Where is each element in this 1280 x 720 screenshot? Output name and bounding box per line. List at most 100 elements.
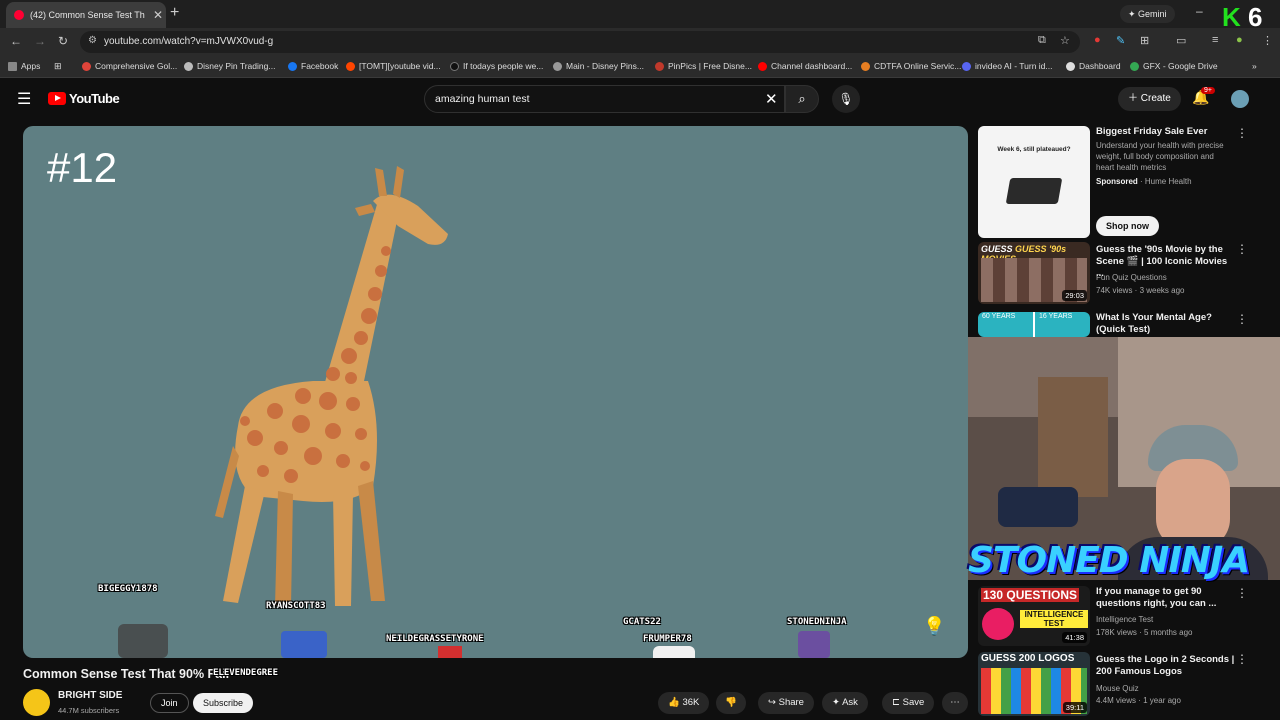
dislike-button[interactable]: 👎: [716, 692, 746, 714]
bookmark-item[interactable]: Main - Disney Pins...: [553, 61, 644, 71]
sparkle-icon: ✦: [832, 697, 840, 708]
thumbs-down-icon: 👎: [725, 697, 737, 708]
forward-icon[interactable]: →: [34, 34, 46, 48]
bookmark-item[interactable]: invideo AI - Turn id...: [962, 61, 1052, 71]
video-thumbnail[interactable]: GUESS GUESS '90s MOVIES 29:03: [978, 242, 1090, 304]
bookmark-item[interactable]: PinPics | Free Disne...: [655, 61, 752, 71]
rec-title[interactable]: Guess the Logo in 2 Seconds | 200 Famous…: [1096, 654, 1236, 678]
video-player[interactable]: #12 BIGEGGY1878 RYANSCOTT83 NEILDEGRASSE…: [23, 126, 968, 658]
extensions-puzzle-icon[interactable]: ⊞: [1140, 34, 1149, 47]
bookmark-item[interactable]: GFX - Google Drive: [1130, 61, 1218, 71]
viewer-username: RYANSCOTT83: [266, 601, 326, 611]
channel-name[interactable]: BRIGHT SIDE: [58, 690, 122, 701]
new-tab-icon[interactable]: +: [170, 4, 179, 22]
rec-title[interactable]: What Is Your Mental Age? (Quick Test): [1096, 312, 1236, 336]
subscribe-button[interactable]: Subscribe: [193, 693, 254, 713]
apps-grid-icon: [8, 61, 17, 71]
viewer-username: BIGEGGY1878: [98, 584, 158, 594]
url-text: youtube.com/watch?v=mJVWX0vud-g: [104, 36, 274, 47]
streamer-face: [1156, 459, 1230, 549]
rec-title[interactable]: Biggest Friday Sale Ever: [1096, 126, 1236, 138]
media-icon[interactable]: ≡: [1212, 34, 1218, 46]
bookmark-item[interactable]: Disney Pin Trading...: [184, 61, 275, 71]
video-title: Common Sense Test That 90% Fail: [23, 667, 230, 681]
install-app-icon[interactable]: ⧉: [1038, 34, 1046, 47]
address-bar[interactable]: ⚙ youtube.com/watch?v=mJVWX0vud-g ⧉ ☆: [80, 31, 1080, 53]
extension-icon[interactable]: ●: [1094, 34, 1101, 46]
bookmark-item[interactable]: Facebook: [288, 61, 338, 71]
save-button[interactable]: ⊏ Save: [882, 692, 935, 714]
site-info-icon[interactable]: ⚙: [88, 35, 97, 46]
rec-channel[interactable]: Intelligence Test: [1096, 614, 1153, 625]
bookmarks-overflow-icon[interactable]: »: [1252, 61, 1257, 71]
bookmark-item[interactable]: Channel dashboard...: [758, 61, 852, 71]
recommended-video[interactable]: GUESS GUESS '90s MOVIES 29:03 Guess the …: [978, 242, 1278, 304]
more-options-icon[interactable]: ⋮: [1236, 586, 1248, 600]
like-button[interactable]: 👍 36K: [658, 692, 710, 714]
chrome-menu-icon[interactable]: ⋮: [1262, 34, 1273, 47]
thumbnail-sub: INTELLIGENCE TEST: [1020, 610, 1088, 628]
sidepanel-icon[interactable]: ▭: [1176, 34, 1186, 47]
hamburger-menu-icon[interactable]: ☰: [17, 89, 31, 109]
pixel-character: [281, 631, 327, 658]
bookmark-item[interactable]: CDTFA Online Servic...: [861, 61, 961, 71]
recommended-video[interactable]: 60 YEARS 16 YEARS What Is Your Mental Ag…: [978, 312, 1278, 337]
gemini-button[interactable]: ✦ Gemini: [1120, 5, 1175, 23]
voice-search-icon[interactable]: 🎙: [832, 85, 860, 113]
brain-icon: [982, 608, 1014, 640]
reload-icon[interactable]: ↻: [58, 34, 68, 48]
bookmark-item[interactable]: Dashboard: [1066, 61, 1121, 71]
more-options-icon[interactable]: ⋮: [1236, 126, 1248, 140]
rec-title[interactable]: If you manage to get 90 questions right,…: [1096, 586, 1236, 610]
thumbs-up-icon: 👍: [668, 697, 680, 708]
ask-button[interactable]: ✦ Ask: [822, 692, 868, 714]
ad-thumbnail[interactable]: Week 6, still plateaued?: [978, 126, 1090, 238]
youtube-logo[interactable]: YouTube: [48, 91, 120, 106]
viewer-username: STONEDNINJA: [787, 617, 847, 627]
more-options-icon[interactable]: ⋮: [1236, 652, 1248, 666]
browser-toolbar: ← → ↻ ⚙ youtube.com/watch?v=mJVWX0vud-g …: [0, 28, 1280, 56]
video-thumbnail[interactable]: 60 YEARS 16 YEARS: [978, 312, 1090, 337]
account-avatar[interactable]: [1231, 90, 1249, 108]
gemini-label: Gemini: [1138, 9, 1167, 19]
thumbnail-text: GUESS 200 LOGOS: [981, 653, 1075, 664]
rec-channel[interactable]: Fun Quiz Questions: [1096, 272, 1167, 283]
browser-tab[interactable]: (42) Common Sense Test Th ✕: [6, 2, 166, 28]
youtube-play-icon: [48, 92, 66, 105]
youtube-favicon-icon: [14, 10, 24, 20]
recommended-video[interactable]: GUESS 200 LOGOS 39:11 Guess the Logo in …: [978, 652, 1278, 716]
shop-now-button[interactable]: Shop now: [1096, 216, 1159, 236]
close-tab-icon[interactable]: ✕: [150, 8, 166, 22]
video-duration: 41:38: [1062, 632, 1087, 643]
extension-icon[interactable]: ✎: [1116, 34, 1125, 47]
video-thumbnail[interactable]: GUESS 200 LOGOS 39:11: [978, 652, 1090, 716]
join-button[interactable]: Join: [150, 693, 189, 713]
back-icon[interactable]: ←: [10, 34, 22, 48]
search-button[interactable]: ⌕: [785, 85, 819, 113]
video-thumbnail[interactable]: 130 QUESTIONS INTELLIGENCE TEST 41:38: [978, 586, 1090, 646]
giraffe-illustration: [215, 166, 448, 606]
clear-search-icon[interactable]: ✕: [765, 90, 778, 108]
recommended-video[interactable]: 130 QUESTIONS INTELLIGENCE TEST 41:38 If…: [978, 586, 1278, 646]
rec-channel[interactable]: Mouse Quiz: [1096, 683, 1139, 694]
bookmark-item[interactable]: [TOMT][youtube vid...: [346, 61, 441, 71]
sponsored-ad[interactable]: Week 6, still plateaued? Biggest Friday …: [978, 126, 1278, 238]
bookmark-item[interactable]: If todays people we...: [450, 61, 543, 71]
bookmark-star-icon[interactable]: ☆: [1060, 34, 1070, 47]
ad-description: Understand your health with precise weig…: [1096, 141, 1224, 172]
pixel-character: [653, 646, 695, 658]
more-options-icon[interactable]: ⋮: [1236, 242, 1248, 256]
search-input[interactable]: amazing human test ✕: [424, 85, 785, 113]
tab-groups-icon[interactable]: ⊞: [54, 61, 62, 72]
profile-icon[interactable]: ●: [1236, 34, 1243, 46]
browser-tab-strip: (42) Common Sense Test Th ✕ + ✦ Gemini –…: [0, 0, 1280, 32]
channel-avatar[interactable]: [23, 689, 50, 716]
bookmark-apps[interactable]: Apps: [8, 61, 40, 71]
bookmark-item[interactable]: Comprehensive Gol...: [82, 61, 177, 71]
more-actions-icon[interactable]: ⋯: [942, 692, 968, 714]
share-button[interactable]: ↪ Share: [758, 692, 814, 714]
more-options-icon[interactable]: ⋮: [1236, 312, 1248, 326]
video-duration: 29:03: [1062, 290, 1087, 301]
create-button[interactable]: ＋ Create: [1118, 87, 1181, 111]
minimize-icon[interactable]: –: [1196, 4, 1213, 18]
